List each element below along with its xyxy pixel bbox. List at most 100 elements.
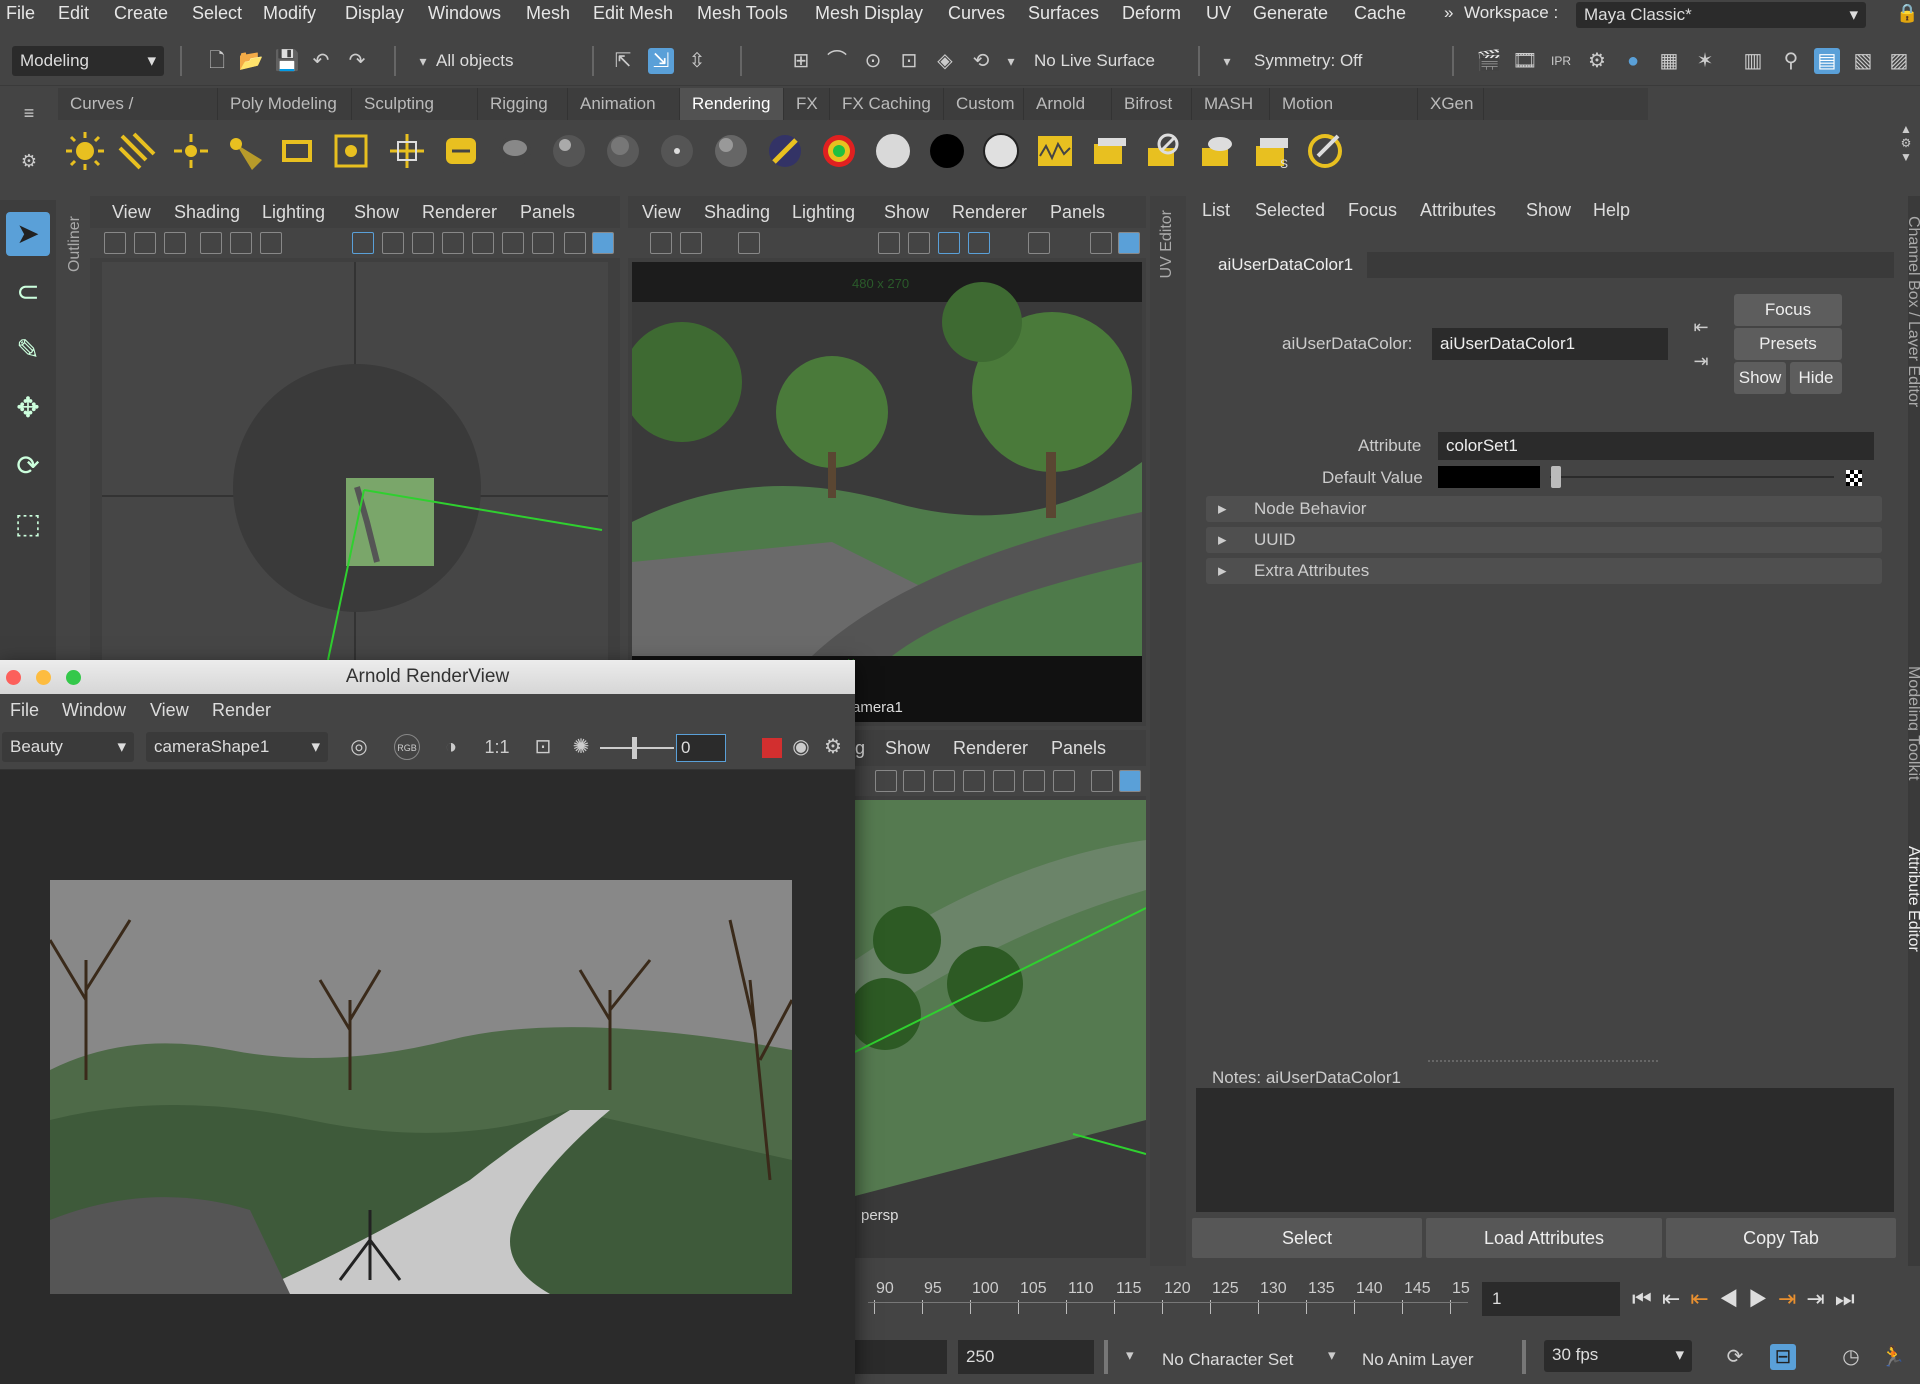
move-tool-icon[interactable]: ✥ bbox=[6, 386, 50, 430]
aperture-icon[interactable]: ◎ bbox=[346, 734, 372, 760]
input-connection-icon[interactable]: ⇤ bbox=[1688, 314, 1714, 340]
mode-dropdown[interactable]: Modeling ▾ bbox=[12, 46, 164, 76]
shelf-tab-fx-caching[interactable]: FX Caching bbox=[830, 88, 944, 120]
select-tool-icon[interactable]: ➤ bbox=[6, 212, 50, 256]
lock-icon[interactable]: 🔒 bbox=[1896, 3, 1918, 24]
step-forward-key-icon[interactable]: ⇥ bbox=[1778, 1286, 1806, 1311]
exposure-icon[interactable]: ✺ bbox=[568, 734, 594, 760]
camera-attr-icon[interactable] bbox=[680, 232, 702, 254]
modeling-toolkit-icon[interactable]: ▥ bbox=[1740, 48, 1766, 74]
top-view-canvas[interactable] bbox=[102, 262, 608, 660]
alpha-icon[interactable]: ◑ bbox=[438, 734, 464, 760]
rotate-tool-icon[interactable]: ⟳ bbox=[6, 444, 50, 488]
chevron-down-icon[interactable]: ▾ bbox=[998, 48, 1024, 74]
grid-icon[interactable] bbox=[878, 232, 900, 254]
step-back-key-icon[interactable]: ⇤ bbox=[1690, 1286, 1718, 1311]
use-background-icon[interactable] bbox=[926, 130, 968, 172]
render-settings-icon[interactable]: ⚙ bbox=[1584, 48, 1610, 74]
vp-menu-partial[interactable]: g bbox=[855, 738, 865, 759]
exposure-field[interactable]: 0 bbox=[676, 734, 726, 762]
ae-menu-show[interactable]: Show bbox=[1526, 200, 1571, 221]
ae-hide-button[interactable]: Hide bbox=[1790, 362, 1842, 394]
section-uuid[interactable]: UUID bbox=[1206, 527, 1882, 553]
menu-mesh[interactable]: Mesh bbox=[526, 3, 570, 24]
vp-menu-shading[interactable]: Shading bbox=[704, 202, 770, 223]
attribute-editor-toggle-icon[interactable]: ▤ bbox=[1814, 48, 1840, 74]
ambient-light-icon[interactable] bbox=[64, 130, 106, 172]
human-ik-icon[interactable]: ⚲ bbox=[1778, 48, 1804, 74]
grid-toggle-icon[interactable] bbox=[200, 232, 222, 254]
shaded-cube-icon[interactable] bbox=[592, 232, 614, 254]
default-value-slider[interactable] bbox=[1550, 476, 1834, 478]
point-light-icon[interactable] bbox=[170, 130, 212, 172]
phong-material-icon[interactable] bbox=[548, 130, 590, 172]
camera-aim-icon[interactable] bbox=[386, 130, 428, 172]
menu-uv[interactable]: UV bbox=[1206, 3, 1231, 24]
step-forward-icon[interactable]: ⇥ bbox=[1806, 1286, 1834, 1311]
snap-view-plane-icon[interactable]: ⊡ bbox=[896, 48, 922, 74]
vp-menu-panels[interactable]: Panels bbox=[1050, 202, 1105, 223]
layered-shader-icon[interactable] bbox=[764, 130, 806, 172]
grid-icon[interactable] bbox=[875, 770, 897, 792]
default-color-swatch[interactable] bbox=[1438, 466, 1540, 488]
menu-mesh-display[interactable]: Mesh Display bbox=[815, 3, 923, 24]
shelf-tab-motion-graphics[interactable]: Motion Graphics bbox=[1270, 88, 1418, 145]
gear-icon[interactable]: ⚙ bbox=[16, 148, 42, 174]
section-node-behavior[interactable]: Node Behavior bbox=[1206, 496, 1882, 522]
exposure-slider[interactable] bbox=[600, 747, 674, 749]
uv-editor-tab[interactable]: UV Editor bbox=[1158, 210, 1176, 278]
undo-icon[interactable]: ↶ bbox=[308, 48, 334, 74]
shelf-tab-custom[interactable]: Custom bbox=[944, 88, 1024, 120]
pencil-icon[interactable] bbox=[738, 232, 760, 254]
notes-resize-handle[interactable] bbox=[1428, 1060, 1658, 1062]
phonge-material-icon[interactable] bbox=[656, 130, 698, 172]
region-icon[interactable]: ⊡ bbox=[530, 734, 556, 760]
rv-menu-render[interactable]: Render bbox=[212, 700, 271, 721]
shading-map-icon[interactable] bbox=[980, 130, 1022, 172]
running-man-icon[interactable]: 🏃 bbox=[1880, 1344, 1906, 1370]
camera-icon[interactable] bbox=[104, 232, 126, 254]
render-image[interactable] bbox=[50, 880, 792, 1294]
safe-action-icon[interactable] bbox=[963, 770, 985, 792]
ae-presets-button[interactable]: Presets bbox=[1734, 328, 1842, 360]
shaded-cube-icon[interactable] bbox=[1119, 770, 1141, 792]
render-current-frame-icon[interactable]: 🎬 bbox=[1476, 48, 1502, 74]
resolution-gate-icon[interactable] bbox=[933, 770, 955, 792]
shelf-tab-fx[interactable]: FX bbox=[784, 88, 830, 120]
scale-tool-icon[interactable]: ⬚ bbox=[6, 502, 50, 546]
snap-curve-icon[interactable]: ⌒ bbox=[824, 48, 850, 74]
section-extra-attributes[interactable]: Extra Attributes bbox=[1206, 558, 1882, 584]
safe-action-icon[interactable] bbox=[412, 232, 434, 254]
vp-menu-renderer[interactable]: Renderer bbox=[953, 738, 1028, 759]
shelf-tab-arnold[interactable]: Arnold bbox=[1024, 88, 1112, 120]
pencil-icon[interactable] bbox=[260, 232, 282, 254]
double-chevron-icon[interactable]: » bbox=[1444, 3, 1453, 23]
channel-box-icon[interactable]: ▨ bbox=[1886, 48, 1912, 74]
play-backward-icon[interactable]: ◀ bbox=[1719, 1286, 1749, 1311]
light-linking-icon[interactable] bbox=[440, 130, 482, 172]
snap-pivot-icon[interactable]: ⟲ bbox=[968, 48, 994, 74]
anim-layer-dropdown[interactable]: No Anim Layer bbox=[1362, 1350, 1474, 1370]
stop-render-icon[interactable] bbox=[762, 738, 782, 758]
shelf-tab-xgen[interactable]: XGen bbox=[1418, 88, 1484, 120]
live-surface-field[interactable]: No Live Surface bbox=[1026, 46, 1176, 76]
snap-surface-icon[interactable]: ◈ bbox=[932, 48, 958, 74]
wireframe-icon[interactable] bbox=[442, 232, 464, 254]
range-start-field[interactable] bbox=[855, 1340, 947, 1374]
play-forward-icon[interactable]: ▶ bbox=[1748, 1286, 1778, 1311]
paint-select-icon[interactable]: ✎ bbox=[6, 328, 50, 372]
batch-render-icon[interactable]: S bbox=[1250, 130, 1292, 172]
range-end-field[interactable]: 250 bbox=[958, 1340, 1094, 1374]
spot-light-icon[interactable] bbox=[222, 130, 264, 172]
vp-menu-show[interactable]: Show bbox=[354, 202, 399, 223]
outliner-tab[interactable]: Outliner bbox=[66, 216, 84, 272]
current-frame-field[interactable]: 1 bbox=[1482, 1282, 1620, 1316]
rv-menu-file[interactable]: File bbox=[10, 700, 39, 721]
light-editor-icon[interactable]: ✶ bbox=[1692, 48, 1718, 74]
select-by-component-icon[interactable]: ⇳ bbox=[684, 48, 710, 74]
menu-edit[interactable]: Edit bbox=[58, 3, 89, 24]
cube-icon[interactable] bbox=[1091, 770, 1113, 792]
snap-grid-icon[interactable]: ⊞ bbox=[788, 48, 814, 74]
chevron-down-icon[interactable]: ▾ bbox=[1214, 48, 1240, 74]
symmetry-dropdown[interactable]: Symmetry: Off bbox=[1246, 46, 1406, 76]
